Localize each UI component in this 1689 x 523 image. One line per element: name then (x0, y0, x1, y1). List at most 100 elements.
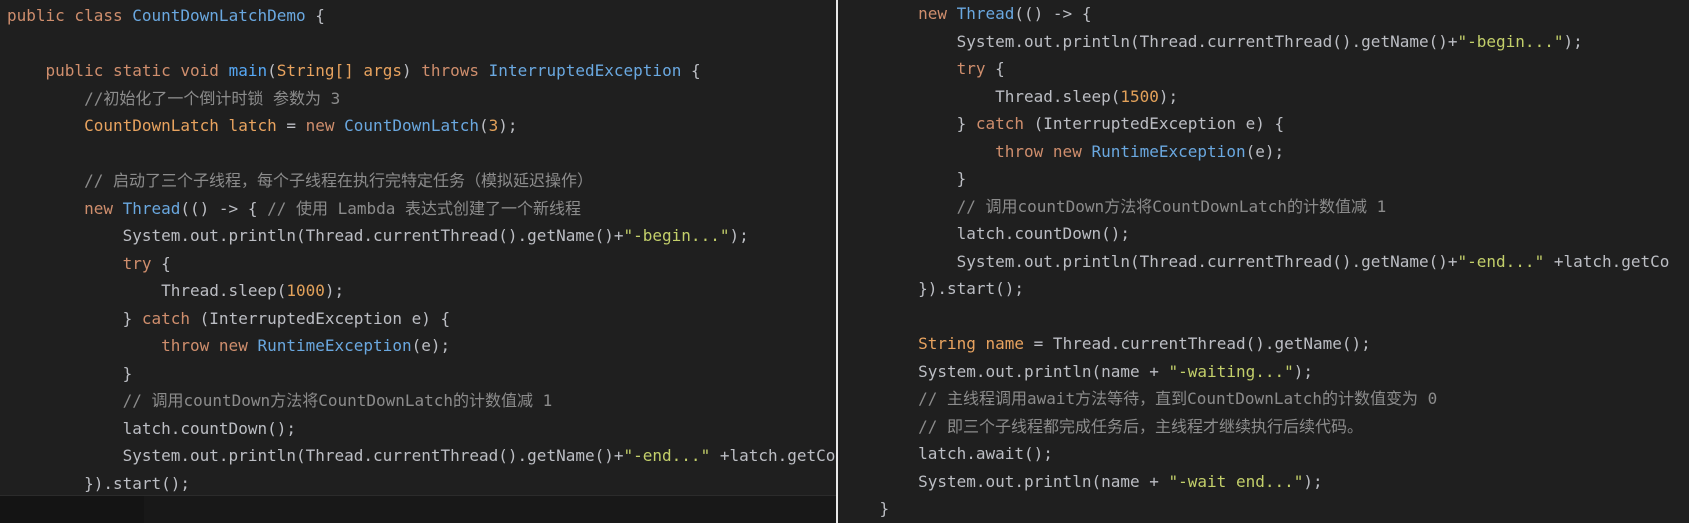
code-token: "-end..." (623, 446, 711, 465)
left-bottom-segment (0, 496, 144, 523)
code-token: } (7, 363, 133, 383)
code-token: latch.await(); (841, 444, 1053, 463)
code-token: //初始化了一个倒计时锁 参数为 3 (84, 88, 341, 108)
code-line: try { (7, 250, 171, 278)
code-line: }).start(); (841, 275, 1024, 303)
code-line: latch.countDown(); (841, 220, 1130, 248)
code-token: Thread (122, 198, 181, 218)
code-token: CountDownLatch latch (84, 116, 277, 135)
code-token: { (151, 253, 171, 273)
code-token: // 启动了三个子线程，每个子线程在执行完特定任务（模拟延迟操作） (84, 171, 593, 190)
code-token: CountDownLatch (344, 116, 480, 135)
code-token: // 主线程调用await方法等待，直到CountDownLatch的计数值变为… (918, 389, 1438, 408)
code-token: latch.countDown(); (7, 418, 296, 438)
code-token: (() -> { (1014, 4, 1092, 23)
code-token: System.out.println(Thread.currentThread(… (7, 446, 624, 465)
code-token: RuntimeException (257, 336, 412, 355)
code-line: public static void main(String[] args) t… (7, 57, 701, 85)
left-code-editor[interactable]: public class CountDownLatchDemo { public… (0, 0, 836, 523)
code-line: System.out.println(Thread.currentThread(… (841, 248, 1670, 276)
code-line: // 调用countDown方法将CountDownLatch的计数值减 1 (841, 193, 1387, 221)
code-token: "-wait end..." (1168, 471, 1304, 491)
code-line: public class CountDownLatchDemo { (7, 2, 325, 30)
code-line: System.out.println(name + "-wait end..."… (841, 468, 1323, 496)
code-line: String name = Thread.currentThread().get… (841, 330, 1371, 358)
code-token: System.out.println(Thread.currentThread(… (841, 251, 1458, 271)
code-token: public static void (45, 61, 229, 80)
code-token: // 使用 Lambda 表达式创建了一个新线程 (267, 198, 582, 218)
code-line: System.out.println(Thread.currentThread(… (7, 442, 836, 470)
code-line: // 主线程调用await方法等待，直到CountDownLatch的计数值变为… (841, 385, 1437, 413)
code-token: ) (401, 61, 422, 80)
code-token: catch (141, 308, 191, 328)
code-token: ); (1293, 361, 1314, 381)
code-line: // 调用countDown方法将CountDownLatch的计数值减 1 (7, 387, 553, 415)
code-token: try (122, 253, 152, 273)
code-line: } catch (InterruptedException e) { (841, 110, 1285, 138)
code-token: } (841, 169, 967, 188)
code-token: public class (7, 6, 133, 25)
code-token: (e); (1245, 141, 1285, 161)
code-token: // 调用countDown方法将CountDownLatch的计数值减 1 (122, 391, 553, 410)
code-token: System.out.println(Thread.currentThread(… (7, 226, 624, 245)
code-token: Thread (956, 4, 1015, 23)
code-token: System.out.println(Thread.currentThread(… (841, 31, 1458, 51)
code-token: String name (918, 334, 1025, 353)
code-token: catch (975, 114, 1025, 133)
code-token: }).start(); (7, 473, 191, 493)
code-token: +latch.getCou (710, 446, 836, 465)
code-token: ); (729, 226, 749, 245)
code-token: System.out.println(name + (841, 471, 1169, 491)
code-token: new (918, 4, 957, 23)
code-line: } catch (InterruptedException e) { (7, 305, 451, 333)
code-token: main (228, 61, 268, 80)
code-token: new (305, 116, 345, 135)
code-line: //初始化了一个倒计时锁 参数为 3 (7, 85, 340, 113)
code-token: "-begin..." (1457, 31, 1564, 51)
code-token: ( (267, 61, 277, 80)
code-token: CountDownLatchDemo (132, 6, 306, 25)
code-token: // 调用countDown方法将CountDownLatch的计数值减 1 (956, 196, 1387, 216)
left-bottom-band (0, 495, 836, 523)
code-token: // 即三个子线程都完成任务后，主线程才继续执行后续代码。 (918, 416, 1363, 436)
code-line: throw new RuntimeException(e); (7, 332, 450, 360)
code-token: String[] args (276, 61, 402, 80)
code-line: new Thread(() -> { // 使用 Lambda 表达式创建了一个… (7, 195, 581, 223)
code-line: latch.countDown(); (7, 415, 296, 443)
code-line: CountDownLatch latch = new CountDownLatc… (7, 112, 518, 140)
code-token: throw new (161, 336, 258, 355)
code-line: System.out.println(Thread.currentThread(… (7, 222, 749, 250)
code-token: "-waiting..." (1168, 361, 1294, 381)
code-token: } (841, 499, 890, 518)
code-token: = Thread.currentThread().getName(); (1024, 334, 1371, 353)
code-line: Thread.sleep(1500); (841, 83, 1178, 111)
code-line: // 即三个子线程都完成任务后，主线程才继续执行后续代码。 (841, 413, 1363, 441)
code-token: (InterruptedException e) { (190, 308, 451, 328)
code-token: "-begin..." (623, 226, 730, 245)
code-token: (() -> { (180, 198, 268, 218)
code-token: } (7, 308, 142, 328)
code-token: ); (498, 116, 518, 135)
code-line: } (841, 495, 890, 523)
code-line: try { (841, 55, 1005, 83)
code-token: new (84, 198, 123, 218)
code-token: 1000 (286, 281, 325, 300)
code-token: throw new (995, 141, 1092, 161)
code-token: Thread.sleep( (7, 281, 287, 300)
code-line: }).start(); (7, 470, 190, 498)
code-token: ); (324, 281, 345, 300)
code-line: } (7, 360, 133, 388)
right-code-editor[interactable]: new Thread(() -> { System.out.println(Th… (838, 0, 1689, 523)
